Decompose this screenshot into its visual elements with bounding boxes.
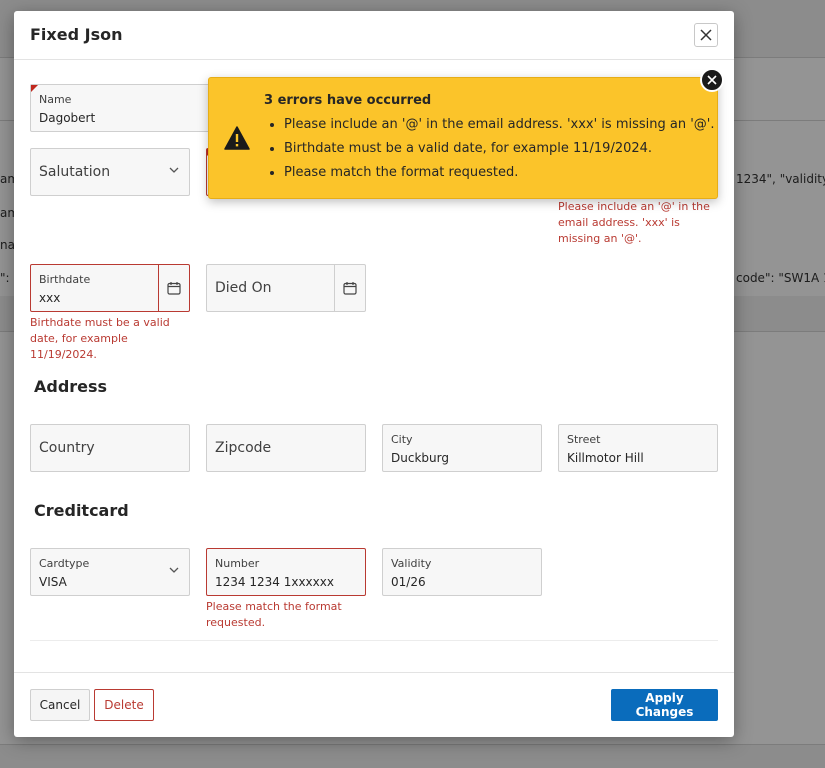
birthdate-value: xxx xyxy=(39,291,61,305)
country-placeholder: Country xyxy=(39,440,95,456)
toast-title: 3 errors have occurred xyxy=(264,93,432,108)
birthdate-error-message: Birthdate must be a valid date, for exam… xyxy=(30,316,170,361)
required-marker xyxy=(31,85,38,92)
delete-button[interactable]: Delete xyxy=(94,689,154,721)
card-number-value: 1234 1234 1xxxxxx xyxy=(215,575,334,589)
close-icon xyxy=(707,75,717,85)
name-label: Name xyxy=(39,93,72,106)
toast-error-list: Please include an '@' in the email addre… xyxy=(264,116,715,188)
chevron-down-icon xyxy=(169,567,179,573)
died-on-calendar-button[interactable] xyxy=(334,265,365,311)
dialog-close-button[interactable] xyxy=(694,23,718,47)
name-value: Dagobert xyxy=(39,111,96,125)
street-value: Killmotor Hill xyxy=(567,451,644,465)
birthdate-calendar-button[interactable] xyxy=(158,265,189,311)
validity-value: 01/26 xyxy=(391,575,426,589)
dialog-header: Fixed Json xyxy=(14,11,734,60)
zipcode-placeholder: Zipcode xyxy=(215,440,272,456)
error-toast: 3 errors have occurred Please include an… xyxy=(208,68,724,199)
validity-label: Validity xyxy=(391,557,432,570)
dialog-title: Fixed Json xyxy=(30,25,123,44)
warning-icon xyxy=(224,126,250,150)
address-section-title: Address xyxy=(34,377,108,396)
street-field[interactable]: Street Killmotor Hill xyxy=(558,424,718,472)
card-number-error-message: Please match the format requested. xyxy=(206,600,342,629)
card-number-label: Number xyxy=(215,557,260,570)
cardtype-select[interactable]: Cardtype VISA xyxy=(30,548,190,596)
country-field[interactable]: Country xyxy=(30,424,190,472)
name-field[interactable]: Name Dagobert xyxy=(30,84,230,132)
toast-error-item: Please match the format requested. xyxy=(284,164,715,188)
apply-changes-button[interactable]: Apply Changes xyxy=(611,689,718,721)
calendar-icon xyxy=(343,282,357,295)
birthdate-field[interactable]: Birthdate xxx xyxy=(30,264,190,312)
cardtype-value: VISA xyxy=(39,575,67,589)
zipcode-field[interactable]: Zipcode xyxy=(206,424,366,472)
died-on-placeholder: Died On xyxy=(215,280,272,296)
email-error-message: Please include an '@' in the email addre… xyxy=(558,200,710,245)
salutation-placeholder: Salutation xyxy=(39,164,111,180)
toast-error-item: Birthdate must be a valid date, for exam… xyxy=(284,140,715,164)
city-field[interactable]: City Duckburg xyxy=(382,424,542,472)
street-label: Street xyxy=(567,433,601,446)
salutation-select[interactable]: Salutation xyxy=(30,148,190,196)
toast-close-button[interactable] xyxy=(700,68,724,92)
close-icon xyxy=(700,29,712,41)
died-on-field[interactable]: Died On xyxy=(206,264,366,312)
cardtype-label: Cardtype xyxy=(39,557,90,570)
calendar-icon xyxy=(167,282,181,295)
validity-field[interactable]: Validity 01/26 xyxy=(382,548,542,596)
creditcard-section-title: Creditcard xyxy=(34,501,129,520)
city-label: City xyxy=(391,433,413,446)
cancel-button[interactable]: Cancel xyxy=(30,689,90,721)
chevron-down-icon xyxy=(169,167,179,173)
birthdate-label: Birthdate xyxy=(39,273,91,286)
card-number-field[interactable]: Number 1234 1234 1xxxxxx xyxy=(206,548,366,596)
city-value: Duckburg xyxy=(391,451,449,465)
toast-error-item: Please include an '@' in the email addre… xyxy=(284,116,715,140)
